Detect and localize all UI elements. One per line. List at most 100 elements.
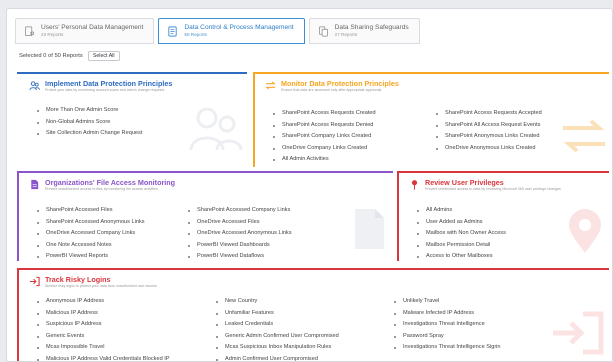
list-item[interactable]: Mailbox with Non Owner Access [416, 228, 506, 240]
card-subtitle: Ensure that data are accessed only after… [281, 88, 382, 92]
list-item[interactable]: More Than One Admin Score [36, 105, 142, 117]
card-title: Organizations' File Access Monitoring [45, 178, 176, 187]
list-item[interactable]: Generic Events [36, 331, 170, 343]
list-item[interactable]: Malicious IP Address Valid Credentials B… [36, 354, 170, 361]
list-item[interactable]: Access to Other Mailboxes [416, 251, 506, 261]
card-header: Organizations' File Access Monitoring Pr… [29, 178, 175, 192]
list-item[interactable]: SharePoint Access Requests Denied [272, 120, 376, 132]
report-list: Unlikely Travel Malware Infected IP Addr… [393, 296, 501, 354]
list-item[interactable]: OneDrive Anonymous Links Created [435, 143, 542, 155]
report-list: SharePoint Accessed Files SharePoint Acc… [36, 205, 145, 261]
list-item[interactable]: OneDrive Accessed Company Links [36, 228, 145, 240]
login-icon [29, 276, 40, 287]
list-item[interactable]: Leaked Credentials [215, 319, 339, 331]
card-title: Review User Privileges [425, 178, 504, 187]
tab-data-control[interactable]: Data Control & Process Management 50 Rep… [158, 18, 305, 44]
list-item[interactable]: Investigations Threat Intelligence Sigri… [393, 342, 501, 354]
list-item[interactable]: SharePoint All Access Request Events [435, 120, 542, 132]
card-subtitle: Protect your data by monitoring account … [45, 88, 165, 92]
list-item[interactable]: PowerBI Viewed Dashboards [187, 240, 292, 252]
list-item[interactable]: User Added as Admins [416, 217, 506, 229]
list-item[interactable]: SharePoint Access Requests Accepted [435, 108, 542, 120]
list-item[interactable]: OneDrive Accessed Files [187, 217, 292, 229]
card-side-bar [397, 171, 399, 261]
card-header: Monitor Data Protection Principles Ensur… [265, 79, 399, 93]
list-item[interactable]: Unfamiliar Features [215, 308, 339, 320]
report-list: Anonymous IP Address Malicious IP Addres… [36, 296, 170, 361]
report-panel: Users' Personal Data Management 23 Repor… [6, 8, 613, 362]
transfer-icon [265, 81, 276, 90]
list-item[interactable]: All Admins [416, 205, 506, 217]
tab-data-sharing[interactable]: Data Sharing Safeguards 27 Reports [308, 18, 420, 44]
list-item[interactable]: Mcas Impossible Travel [36, 342, 170, 354]
list-item[interactable]: Non-Global Admins Score [36, 117, 142, 129]
select-all-button[interactable]: Select All [87, 51, 120, 61]
card-subtitle: Prevent unauthorized access to files by … [45, 187, 158, 191]
list-item[interactable]: One Note Accessed Notes [36, 240, 145, 252]
list-item[interactable]: SharePoint Accessed Company Links [187, 205, 292, 217]
transfer-arrows-illustration [563, 119, 605, 153]
card-title: Implement Data Protection Principles [45, 79, 173, 88]
tab-bar: Users' Personal Data Management 23 Repor… [15, 18, 424, 44]
card-subtitle: Monitor risky signs to protect your data… [45, 284, 157, 288]
card-side-bar [17, 171, 19, 261]
tab-users-personal-data[interactable]: Users' Personal Data Management 23 Repor… [15, 18, 155, 44]
list-item[interactable]: SharePoint Access Requests Created [272, 108, 376, 120]
users-illustration [189, 107, 243, 151]
card-title: Track Risky Logins [45, 275, 111, 284]
person-doc-icon [25, 26, 35, 36]
card-side-bar [17, 268, 19, 361]
list-item[interactable]: Investigations Threat Intelligence [393, 319, 501, 331]
list-item[interactable]: New Country [215, 296, 339, 308]
list-item[interactable]: Admin Confirmed User Compromised [215, 354, 339, 361]
report-list: All Admins User Added as Admins Mailbox … [416, 205, 506, 261]
tab-count: 23 Reports [41, 32, 64, 37]
tab-count: 27 Reports [334, 32, 358, 37]
card-monitor-data-protection[interactable]: Monitor Data Protection Principles Ensur… [253, 72, 609, 167]
list-item[interactable]: Mcas Suspicious Inbox Manipulation Rules [215, 342, 339, 354]
list-item[interactable]: OneDrive Accessed Anonymous Links [187, 228, 292, 240]
card-implement-data-protection[interactable]: Implement Data Protection Principles Pro… [17, 72, 247, 160]
list-item[interactable]: Password Spray [393, 331, 501, 343]
report-list: SharePoint Access Requests Created Share… [272, 108, 376, 166]
card-subtitle: Prevent unintended access to data by rev… [425, 187, 561, 191]
location-pin-illustration [569, 209, 601, 253]
login-illustration [553, 311, 604, 355]
list-item[interactable]: Suspicious IP Address [36, 319, 170, 331]
users-icon [29, 81, 40, 91]
card-review-user-privileges[interactable]: Review User Privileges Prevent unintende… [397, 171, 609, 261]
card-accent-bar [17, 171, 393, 173]
list-item[interactable]: PowerBI Viewed Dataflows [187, 251, 292, 261]
list-item[interactable]: OneDrive Company Links Created [272, 143, 376, 155]
card-side-bar [253, 72, 255, 167]
selection-count: Selected 0 of 50 Reports [19, 53, 83, 59]
list-item[interactable]: All Admin Activities [272, 154, 376, 166]
list-item[interactable]: Site Collection Admin Change Request [36, 128, 142, 140]
selection-bar: Selected 0 of 50 Reports Select All [19, 51, 120, 61]
card-file-access-monitoring[interactable]: Organizations' File Access Monitoring Pr… [17, 171, 393, 261]
report-list: New Country Unfamiliar Features Leaked C… [215, 296, 339, 361]
list-item[interactable]: Generic Admin Confirmed User Compromised [215, 331, 339, 343]
list-item[interactable]: Anonymous IP Address [36, 296, 170, 308]
card-accent-bar [17, 72, 247, 74]
list-item[interactable]: SharePoint Company Links Created [272, 131, 376, 143]
card-header: Track Risky Logins Monitor risky signs t… [29, 275, 157, 289]
list-item[interactable]: PowerBI Viewed Reports [36, 251, 145, 261]
card-track-risky-logins[interactable]: Track Risky Logins Monitor risky signs t… [17, 268, 609, 361]
list-item[interactable]: SharePoint Accessed Files [36, 205, 145, 217]
report-list: SharePoint Access Requests Accepted Shar… [435, 108, 542, 154]
tab-label: Data Control & Process Management [184, 24, 294, 31]
document-icon [31, 179, 39, 190]
list-item[interactable]: Mailbox Permission Detail [416, 240, 506, 252]
card-header: Implement Data Protection Principles Pro… [29, 79, 172, 93]
list-item[interactable]: Unlikely Travel [393, 296, 501, 308]
card-accent-bar [253, 72, 609, 74]
list-item[interactable]: SharePoint Accessed Anonymous Links [36, 217, 145, 229]
list-item[interactable]: Malicious IP Address [36, 308, 170, 320]
list-item[interactable]: Malware Infected IP Address [393, 308, 501, 320]
document-icon [168, 26, 178, 36]
list-item[interactable]: SharePoint Anonymous Links Created [435, 131, 542, 143]
card-title: Monitor Data Protection Principles [281, 79, 399, 88]
tab-count: 50 Reports [184, 32, 207, 37]
pin-icon [411, 180, 418, 190]
